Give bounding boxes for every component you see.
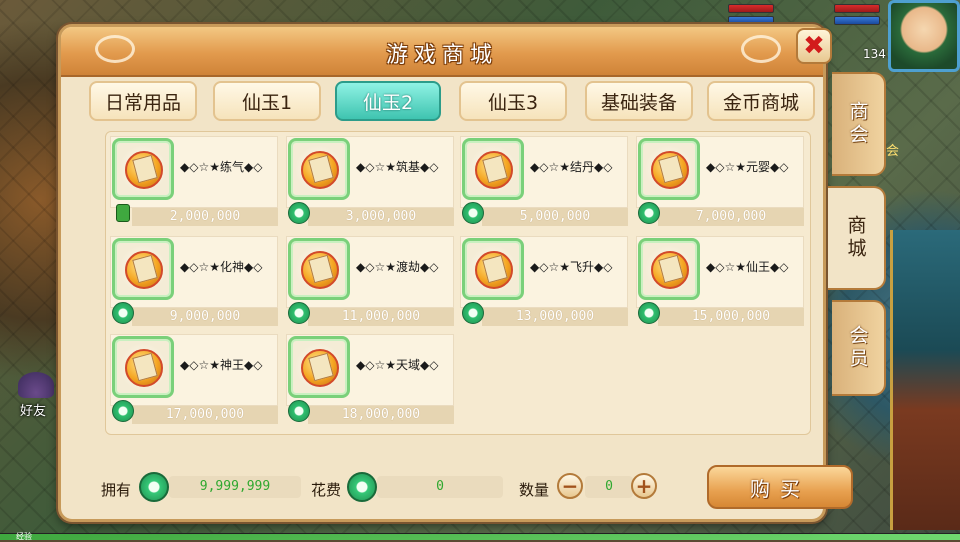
item-name: ◆◇☆★练气◆◇ xyxy=(180,160,263,174)
shop-panel: 游戏商城 日常用品 仙玉1 仙玉2 仙玉3 基础装备 金币商城 ◆◇☆★练气◆◇… xyxy=(58,24,853,522)
player-level: 134 xyxy=(863,47,886,61)
jade-icon xyxy=(112,302,134,324)
item-name: ◆◇☆★渡劫◆◇ xyxy=(356,260,439,274)
scroll-icon xyxy=(125,349,163,387)
friend-button[interactable]: 好友 xyxy=(8,372,64,420)
item-name: ◆◇☆★天域◆◇ xyxy=(356,358,439,372)
item-price: 2,000,000 xyxy=(169,209,241,224)
item-price: 11,000,000 xyxy=(341,309,421,324)
shop-item[interactable]: ◆◇☆★结丹◆◇ 5,000,000 xyxy=(460,136,628,228)
item-price: 17,000,000 xyxy=(165,407,245,422)
tab-basic-equipment[interactable]: 基础装备 xyxy=(585,81,693,121)
item-icon-frame[interactable] xyxy=(462,238,524,300)
shop-item[interactable]: ◆◇☆★飞升◆◇ 13,000,000 xyxy=(460,236,628,328)
quantity-value[interactable]: 0 xyxy=(585,476,633,498)
item-icon-frame[interactable] xyxy=(462,138,524,200)
tab-daily[interactable]: 日常用品 xyxy=(89,81,197,121)
cost-value: 0 xyxy=(377,476,503,498)
item-price: 5,000,000 xyxy=(519,209,591,224)
item-icon-frame[interactable] xyxy=(288,138,350,200)
jade-icon xyxy=(638,302,660,324)
jade-currency-icon xyxy=(347,472,377,502)
jade-icon xyxy=(288,400,310,422)
friend-avatar-icon xyxy=(18,372,54,398)
item-icon-frame[interactable] xyxy=(288,336,350,398)
item-name: ◆◇☆★元婴◆◇ xyxy=(706,160,789,174)
item-icon-frame[interactable] xyxy=(288,238,350,300)
item-name: ◆◇☆★飞升◆◇ xyxy=(530,260,613,274)
quantity-minus-button[interactable]: − xyxy=(557,473,583,499)
jade-icon xyxy=(638,202,660,224)
purchase-footer: 拥有 9,999,999 花费 0 数量 − 0 + 购买 xyxy=(101,465,853,509)
jade-icon xyxy=(112,400,134,422)
owned-label: 拥有 xyxy=(101,481,132,499)
scroll-icon xyxy=(301,349,339,387)
item-price: 3,000,000 xyxy=(345,209,417,224)
item-price: 18,000,000 xyxy=(341,407,421,422)
owned-value: 9,999,999 xyxy=(169,476,301,498)
item-icon-frame[interactable] xyxy=(112,238,174,300)
cost-label: 花费 xyxy=(311,481,342,499)
buy-button[interactable]: 购买 xyxy=(707,465,853,509)
item-price: 15,000,000 xyxy=(691,309,771,324)
item-name: ◆◇☆★筑基◆◇ xyxy=(356,160,439,174)
shop-item[interactable]: ◆◇☆★渡劫◆◇ 11,000,000 xyxy=(286,236,454,328)
friend-label: 好友 xyxy=(20,404,47,419)
shop-item[interactable]: ◆◇☆★天域◆◇ 18,000,000 xyxy=(286,334,454,426)
side-tab-guild-shop[interactable]: 商会 xyxy=(832,72,886,176)
target-hp-bar xyxy=(728,4,774,13)
item-price: 13,000,000 xyxy=(515,309,595,324)
player-portrait[interactable]: 134 xyxy=(863,0,960,72)
pagoda-roof xyxy=(890,230,960,530)
item-grid: ◆◇☆★练气◆◇ 2,000,000 ◆◇☆★筑基◆◇ 3,000,000 ◆◇… xyxy=(105,131,811,435)
scroll-icon xyxy=(651,251,689,289)
side-tab-member[interactable]: 会员 xyxy=(832,300,886,396)
scroll-icon xyxy=(475,251,513,289)
item-price: 7,000,000 xyxy=(695,209,767,224)
quantity-plus-button[interactable]: + xyxy=(631,473,657,499)
jade-icon xyxy=(288,302,310,324)
lantern-icon xyxy=(116,204,130,222)
shop-item[interactable]: ◆◇☆★筑基◆◇ 3,000,000 xyxy=(286,136,454,228)
shop-title: 游戏商城 xyxy=(385,43,498,68)
shop-item[interactable]: ◆◇☆★元婴◆◇ 7,000,000 xyxy=(636,136,804,228)
player-hp-bar xyxy=(834,4,880,13)
shop-item[interactable]: ◆◇☆★化神◆◇ 9,000,000 xyxy=(110,236,278,328)
item-icon-frame[interactable] xyxy=(112,336,174,398)
side-tab-mall[interactable]: 商城 xyxy=(828,186,886,290)
shop-item[interactable]: ◆◇☆★神王◆◇ 17,000,000 xyxy=(110,334,278,426)
shop-item[interactable]: ◆◇☆★仙王◆◇ 15,000,000 xyxy=(636,236,804,328)
scroll-icon xyxy=(651,151,689,189)
item-icon-frame[interactable] xyxy=(638,238,700,300)
shop-header: 游戏商城 xyxy=(61,27,823,77)
scroll-icon xyxy=(301,151,339,189)
jade-icon xyxy=(462,302,484,324)
tab-gold-shop[interactable]: 金币商城 xyxy=(707,81,815,121)
jade-currency-icon xyxy=(139,472,169,502)
scroll-icon xyxy=(475,151,513,189)
scroll-icon xyxy=(125,151,163,189)
tab-jade-3[interactable]: 仙玉3 xyxy=(459,81,567,121)
jade-icon xyxy=(288,202,310,224)
exp-label: 经验 xyxy=(16,532,32,541)
item-name: ◆◇☆★神王◆◇ xyxy=(180,358,263,372)
tab-jade-2[interactable]: 仙玉2 xyxy=(335,81,441,121)
item-name: ◆◇☆★结丹◆◇ xyxy=(530,160,613,174)
side-right-label: 会 xyxy=(886,144,900,159)
quantity-label: 数量 xyxy=(519,481,550,499)
item-icon-frame[interactable] xyxy=(112,138,174,200)
item-price: 9,000,000 xyxy=(169,309,241,324)
item-name: ◆◇☆★化神◆◇ xyxy=(180,260,263,274)
player-mp-bar xyxy=(834,16,880,25)
item-icon-frame[interactable] xyxy=(638,138,700,200)
tab-jade-1[interactable]: 仙玉1 xyxy=(213,81,321,121)
jade-icon xyxy=(462,202,484,224)
scroll-icon xyxy=(125,251,163,289)
scroll-icon xyxy=(301,251,339,289)
exp-bar: 经验 xyxy=(0,532,960,541)
shop-item[interactable]: ◆◇☆★练气◆◇ 2,000,000 xyxy=(110,136,278,228)
category-tabs: 日常用品 仙玉1 仙玉2 仙玉3 基础装备 金币商城 xyxy=(89,81,815,123)
close-icon[interactable]: ✖ xyxy=(796,28,832,64)
item-name: ◆◇☆★仙王◆◇ xyxy=(706,260,789,274)
